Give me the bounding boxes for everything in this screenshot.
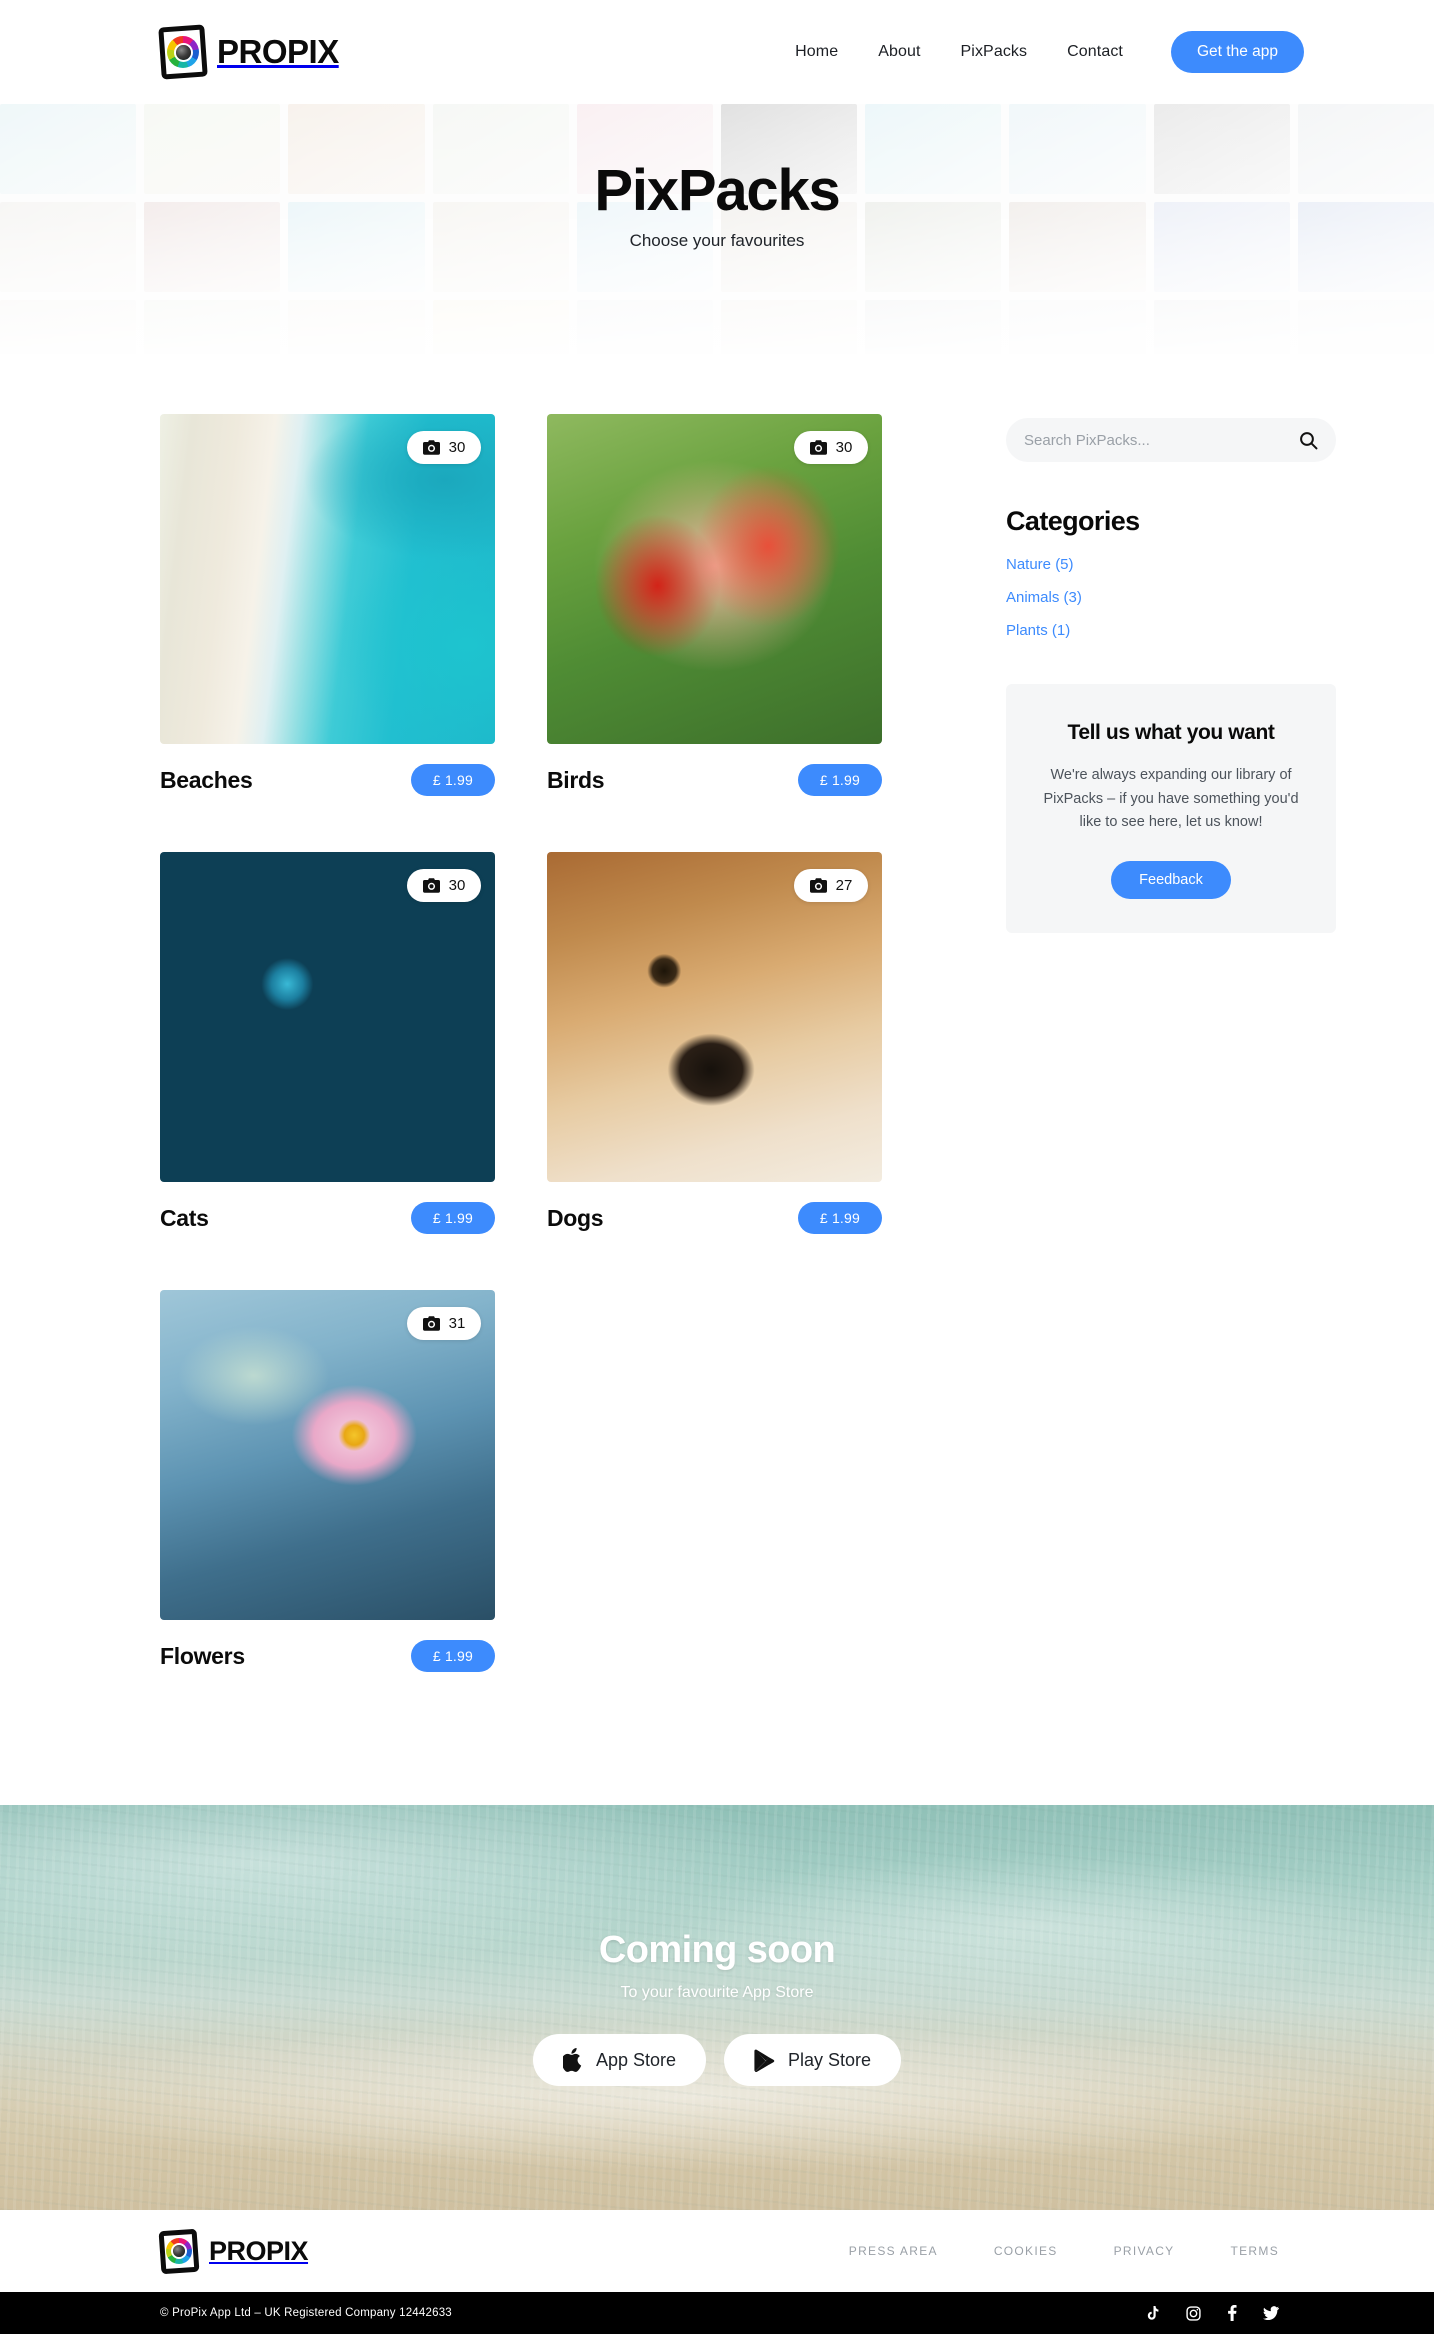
photo-count-value: 30 (448, 877, 466, 894)
sidebar: Categories Nature (5) Animals (3) Plants… (1006, 414, 1336, 933)
brand-name: PROPIX (217, 33, 339, 70)
footer-link-terms[interactable]: TERMS (1231, 2244, 1280, 2258)
copyright-text: © ProPix App Ltd – UK Registered Company… (160, 2307, 452, 2319)
footer-brand-logo[interactable]: PROPIX (158, 2228, 309, 2274)
pixpack-title: Beaches (160, 766, 253, 793)
facebook-icon[interactable] (1227, 2305, 1237, 2321)
photo-count-badge: 31 (407, 1307, 481, 1340)
google-play-icon (754, 2049, 775, 2072)
social-links (1146, 2305, 1279, 2321)
coming-soon-section: Coming soon To your favourite App Store … (0, 1805, 1434, 2210)
page-title: PixPacks (594, 157, 840, 223)
pixpack-thumbnail: 30 (547, 414, 882, 744)
site-footer: PROPIX PRESS AREA COOKIES PRIVACY TERMS (0, 2210, 1434, 2292)
pixpack-card-cats[interactable]: 30 Cats £ 1.99 (160, 852, 495, 1234)
nav-item-contact[interactable]: Contact (1067, 43, 1123, 61)
play-store-button[interactable]: Play Store (724, 2034, 902, 2086)
brand-logo[interactable]: PROPIX (158, 24, 339, 80)
coming-soon-subtitle: To your favourite App Store (620, 1984, 814, 2001)
photo-count-badge: 30 (794, 431, 868, 464)
categories-heading: Categories (1006, 506, 1140, 536)
photo-count-badge: 30 (407, 869, 481, 902)
photo-count-value: 30 (448, 439, 466, 456)
camera-icon (809, 440, 827, 455)
play-store-label: Play Store (788, 2049, 872, 2070)
primary-nav: Home About PixPacks Contact (795, 43, 1123, 61)
feedback-panel-title: Tell us what you want (1067, 721, 1275, 744)
pixpack-card-beaches[interactable]: 30 Beaches £ 1.99 (160, 414, 495, 796)
copyright-bar: © ProPix App Ltd – UK Registered Company… (0, 2292, 1434, 2334)
pixpack-price-button[interactable]: £ 1.99 (410, 1202, 495, 1234)
camera-icon (422, 878, 440, 893)
aperture-camera-icon (158, 24, 208, 80)
pixpack-price-button[interactable]: £ 1.99 (410, 764, 495, 796)
aperture-camera-icon (158, 2228, 200, 2274)
feedback-panel: Tell us what you want We're always expan… (1006, 684, 1336, 933)
pixpack-title: Flowers (160, 1642, 245, 1669)
pixpack-price-button[interactable]: £ 1.99 (797, 764, 882, 796)
app-store-label: App Store (595, 2049, 676, 2070)
pixpack-price-button[interactable]: £ 1.99 (797, 1202, 882, 1234)
photo-count-value: 30 (835, 439, 853, 456)
pixpack-price-button[interactable]: £ 1.99 (410, 1640, 495, 1672)
nav-item-about[interactable]: About (878, 43, 920, 61)
tiktok-icon[interactable] (1146, 2305, 1160, 2321)
pixpack-card-birds[interactable]: 30 Birds £ 1.99 (547, 414, 882, 796)
site-header: PROPIX Home About PixPacks Contact Get t… (0, 0, 1434, 104)
search-box[interactable] (1006, 418, 1336, 462)
apple-icon (562, 2048, 582, 2072)
feedback-button[interactable]: Feedback (1111, 860, 1231, 899)
nav-item-home[interactable]: Home (795, 43, 838, 61)
category-link-plants[interactable]: Plants (1) (1006, 622, 1336, 639)
pixpack-thumbnail: 31 (160, 1290, 495, 1620)
footer-link-privacy[interactable]: PRIVACY (1114, 2244, 1175, 2258)
categories-list: Nature (5) Animals (3) Plants (1) (1006, 556, 1336, 639)
hero-section: PixPacks Choose your favourites (0, 104, 1434, 354)
photo-count-badge: 27 (794, 869, 868, 902)
footer-links: PRESS AREA COOKIES PRIVACY TERMS (849, 2244, 1279, 2258)
store-buttons: App Store Play Store (532, 2034, 902, 2086)
twitter-icon[interactable] (1263, 2306, 1279, 2320)
pixpack-grid: 30 Beaches £ 1.99 30 Birds £ 1.99 30 Cat… (160, 414, 920, 1672)
camera-icon (422, 1316, 440, 1331)
photo-count-value: 27 (835, 877, 853, 894)
camera-icon (422, 440, 440, 455)
pixpack-card-dogs[interactable]: 27 Dogs £ 1.99 (547, 852, 882, 1234)
pixpack-card-flowers[interactable]: 31 Flowers £ 1.99 (160, 1290, 495, 1672)
footer-link-cookies[interactable]: COOKIES (994, 2244, 1058, 2258)
app-store-button[interactable]: App Store (532, 2034, 706, 2086)
photo-count-badge: 30 (407, 431, 481, 464)
search-icon[interactable] (1299, 431, 1318, 450)
get-the-app-button[interactable]: Get the app (1170, 31, 1304, 73)
camera-icon (809, 878, 827, 893)
footer-brand-name: PROPIX (209, 2235, 309, 2266)
instagram-icon[interactable] (1186, 2305, 1201, 2321)
footer-link-press-area[interactable]: PRESS AREA (849, 2244, 938, 2258)
pixpack-thumbnail: 30 (160, 414, 495, 744)
nav-item-pixpacks[interactable]: PixPacks (961, 43, 1028, 61)
page-subtitle: Choose your favourites (629, 231, 805, 251)
pixpack-title: Cats (160, 1204, 209, 1231)
pixpack-thumbnail: 27 (547, 852, 882, 1182)
main-content: 30 Beaches £ 1.99 30 Birds £ 1.99 30 Cat… (0, 354, 1434, 1672)
feedback-panel-body: We're always expanding our library of Pi… (1043, 767, 1299, 831)
coming-soon-title: Coming soon (598, 1929, 836, 1971)
pixpack-thumbnail: 30 (160, 852, 495, 1182)
category-link-animals[interactable]: Animals (3) (1006, 589, 1336, 606)
photo-count-value: 31 (448, 1315, 466, 1332)
pixpack-title: Birds (547, 766, 605, 793)
category-link-nature[interactable]: Nature (5) (1006, 556, 1336, 573)
pixpack-title: Dogs (547, 1204, 604, 1231)
search-input[interactable] (1024, 431, 1299, 449)
